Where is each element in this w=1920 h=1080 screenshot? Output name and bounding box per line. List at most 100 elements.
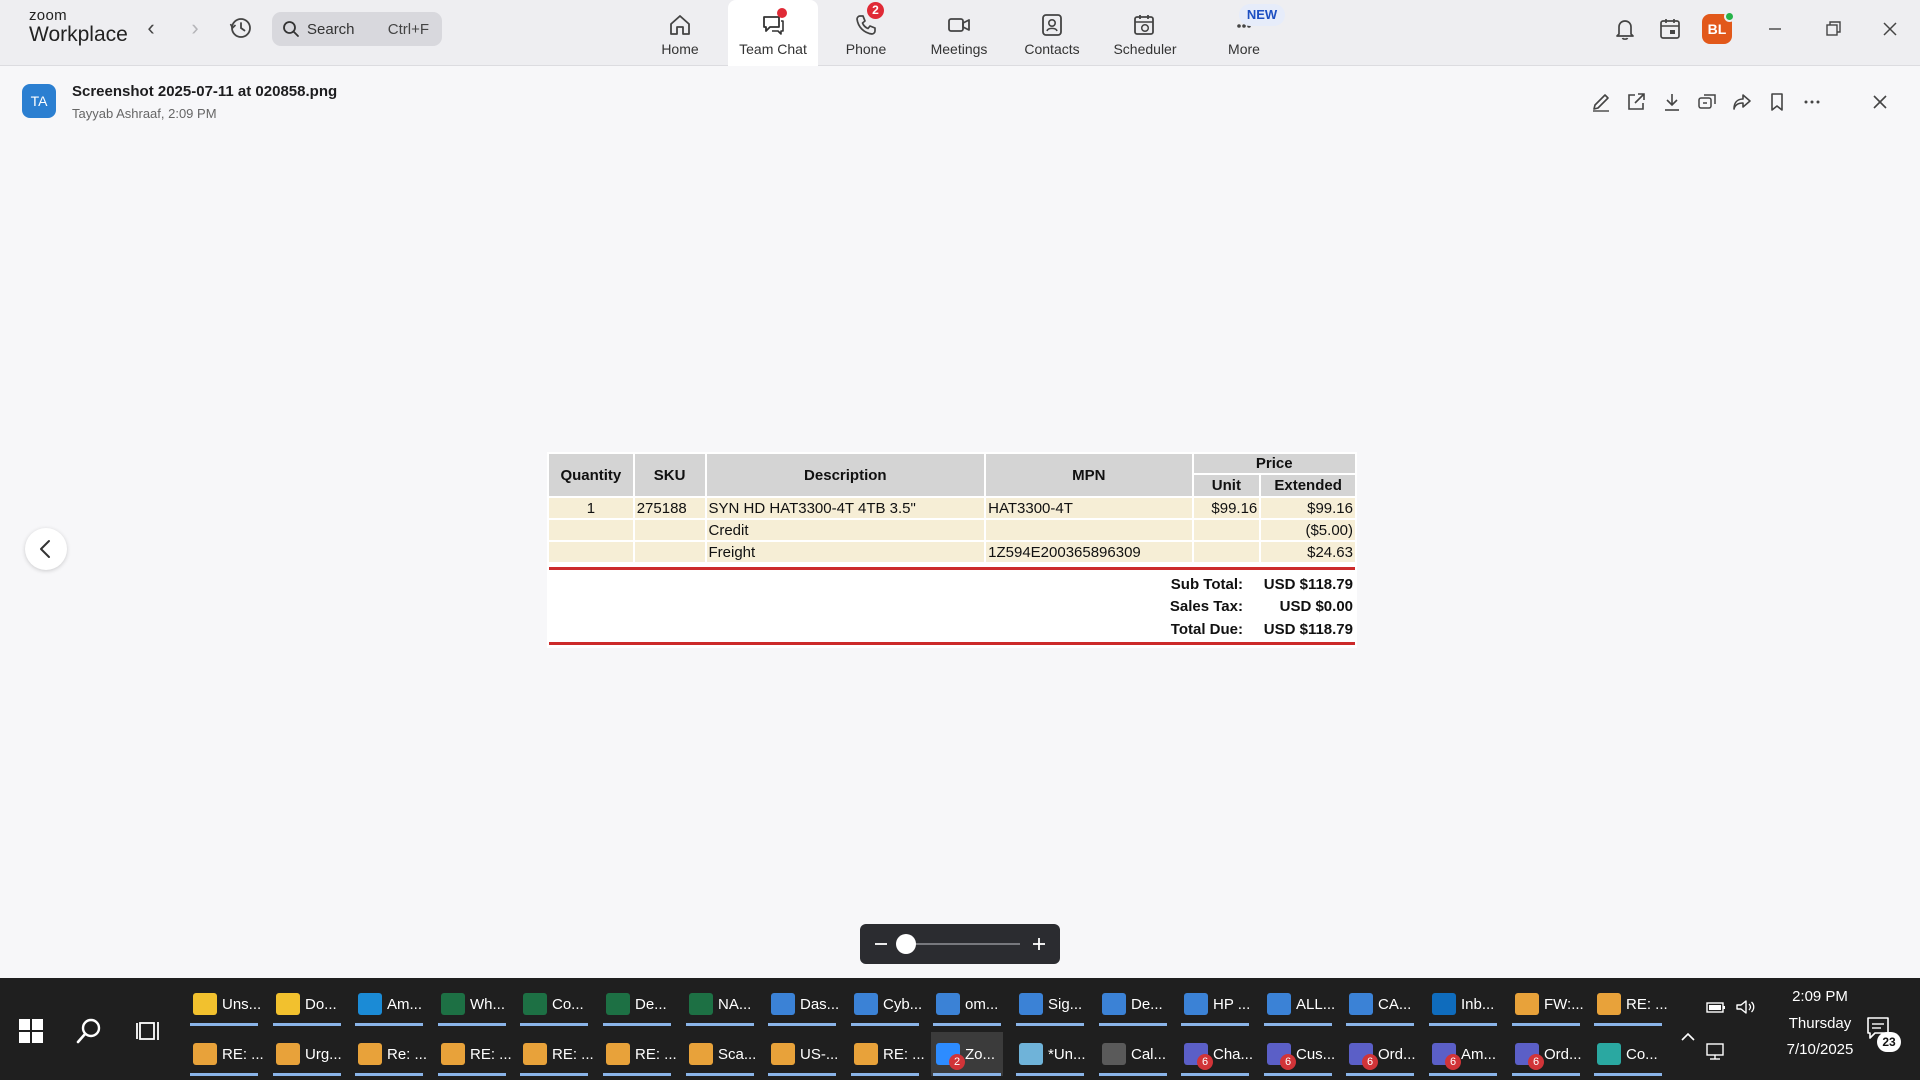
taskbar-button[interactable]: Das... (766, 982, 840, 1026)
home-icon (670, 15, 690, 35)
cell-quantity (549, 520, 633, 540)
taskbar-button[interactable]: Sca... (684, 1032, 756, 1076)
taskbar-badge: 6 (1528, 1054, 1544, 1070)
edit-pencil-icon[interactable] (1589, 90, 1613, 114)
taskbar-button[interactable]: CA... (1344, 982, 1416, 1026)
taskbar-button[interactable]: 2 Zo... (931, 1032, 1003, 1076)
taskbar-button-label: Do... (305, 996, 337, 1013)
taskbar-button[interactable]: RE: ... (518, 1032, 594, 1076)
minimize-icon[interactable] (1760, 14, 1790, 44)
taskbar-button[interactable]: RE: ... (436, 1032, 512, 1076)
tab-team-chat[interactable]: Team Chat (728, 0, 818, 66)
taskbar-button[interactable]: RE: ... (188, 1032, 264, 1076)
running-indicator (603, 1073, 671, 1076)
zoom-out-icon[interactable] (870, 932, 892, 956)
taskbar-button[interactable]: Inb... (1427, 982, 1499, 1026)
running-indicator (768, 1023, 836, 1026)
taskbar-button-label: Urg... (305, 1046, 342, 1063)
taskbar-button-label: Wh... (470, 996, 506, 1013)
taskbar-button[interactable]: Wh... (436, 982, 508, 1026)
zoom-slider-track[interactable] (902, 943, 1020, 945)
taskbar-button[interactable]: FW:... (1510, 982, 1584, 1026)
taskbar-button[interactable]: Co... (518, 982, 590, 1026)
tab-meetings[interactable]: Meetings (918, 0, 1000, 66)
close-viewer-icon[interactable] (1868, 90, 1892, 114)
close-window-icon[interactable] (1875, 14, 1905, 44)
network-icon[interactable] (1704, 1040, 1728, 1062)
taskbar-button[interactable]: De... (1097, 982, 1169, 1026)
running-indicator (1512, 1073, 1580, 1076)
taskbar-button[interactable]: 6 Cus... (1262, 1032, 1335, 1076)
taskbar-button[interactable]: 6 Am... (1427, 1032, 1499, 1076)
taskbar-button[interactable]: ALL... (1262, 982, 1335, 1026)
taskbar-search-icon[interactable] (74, 1016, 104, 1046)
running-indicator (438, 1023, 506, 1026)
taskbar-button[interactable]: om... (931, 982, 1003, 1026)
taskbar-button[interactable]: 6 Ord... (1344, 1032, 1416, 1076)
tab-label: More (1228, 41, 1260, 57)
subtotal-label: Sub Total: (1170, 576, 1243, 593)
more-options-icon[interactable] (1800, 90, 1824, 114)
cell-mpn: HAT3300-4T (986, 498, 1192, 518)
back-arrow-icon[interactable]: ‹ (139, 16, 163, 40)
download-icon[interactable] (1660, 90, 1684, 114)
file-viewer-header: TA Screenshot 2025-07-11 at 020858.png T… (0, 66, 1920, 130)
system-clock[interactable]: 2:09 PM Thursday 7/10/2025 (1760, 988, 1880, 1058)
search-input[interactable]: Search Ctrl+F (272, 12, 442, 46)
restore-icon[interactable] (1818, 14, 1848, 44)
taskbar-button[interactable]: 6 Cha... (1179, 1032, 1253, 1076)
zoom-workplace-logo: zoom Workplace (29, 8, 128, 45)
taskbar-button[interactable]: De... (601, 982, 673, 1026)
task-view-icon[interactable] (136, 1018, 164, 1044)
previous-image-button[interactable] (25, 528, 67, 570)
taskbar-button-label: Das... (800, 996, 840, 1013)
battery-icon[interactable] (1704, 996, 1728, 1018)
running-indicator (686, 1023, 754, 1026)
taskbar-button[interactable]: NA... (684, 982, 756, 1026)
chrome-icon (771, 993, 795, 1015)
taskbar-button[interactable]: Do... (271, 982, 343, 1026)
taskbar-button[interactable]: Uns... (188, 982, 261, 1026)
taskbar-button[interactable]: *Un... (1014, 1032, 1086, 1076)
taskbar-button[interactable]: US-... (766, 1032, 838, 1076)
taskbar-button[interactable]: HP ... (1179, 982, 1251, 1026)
taskbar-button[interactable]: 6 Ord... (1510, 1032, 1582, 1076)
taskbar-button[interactable]: Re: ... (353, 1032, 427, 1076)
mail-icon (358, 1043, 382, 1065)
share-to-chat-icon[interactable] (1695, 90, 1719, 114)
taskbar-button[interactable]: RE: ... (1592, 982, 1668, 1026)
mail-icon (606, 1043, 630, 1065)
taskbar-button[interactable]: Cal... (1097, 1032, 1169, 1076)
open-external-icon[interactable] (1624, 90, 1648, 114)
zoom-slider-handle[interactable] (896, 934, 916, 954)
mail-icon (1515, 993, 1539, 1015)
tab-contacts[interactable]: Contacts (1012, 0, 1092, 66)
tab-label: Team Chat (739, 41, 807, 57)
chevron-up-icon[interactable] (1676, 1026, 1700, 1048)
zoom-in-icon[interactable] (1028, 932, 1050, 956)
calendar-icon[interactable] (1656, 15, 1684, 43)
taskbar-button[interactable]: Cyb... (849, 982, 922, 1026)
calculator-icon (1102, 1043, 1126, 1065)
tab-home[interactable]: Home (640, 0, 720, 66)
taskbar-button[interactable]: RE: ... (849, 1032, 925, 1076)
volume-icon[interactable] (1734, 996, 1758, 1018)
mail-icon (689, 1043, 713, 1065)
tab-phone[interactable]: 2 Phone (826, 0, 906, 66)
forward-arrow-icon[interactable]: › (183, 16, 207, 40)
taskbar-button[interactable]: Am... (353, 982, 425, 1026)
bookmark-icon[interactable] (1765, 90, 1789, 114)
taskbar-button[interactable]: Co... (1592, 1032, 1664, 1076)
windows-start-icon[interactable] (18, 1018, 44, 1044)
tab-scheduler[interactable]: Scheduler (1104, 0, 1186, 66)
taskbar-button[interactable]: RE: ... (601, 1032, 677, 1076)
notifications-bell-icon[interactable] (1611, 15, 1639, 43)
cell-unit (1193, 542, 1260, 562)
taskbar-button[interactable]: Urg... (271, 1032, 343, 1076)
history-icon[interactable] (228, 15, 254, 41)
forward-share-icon[interactable] (1730, 90, 1754, 114)
taskbar-button[interactable]: Sig... (1014, 982, 1086, 1026)
taskbar-button-label: Sig... (1048, 996, 1083, 1013)
search-shortcut: Ctrl+F (387, 21, 429, 38)
header-extended: Extended (1261, 475, 1355, 496)
